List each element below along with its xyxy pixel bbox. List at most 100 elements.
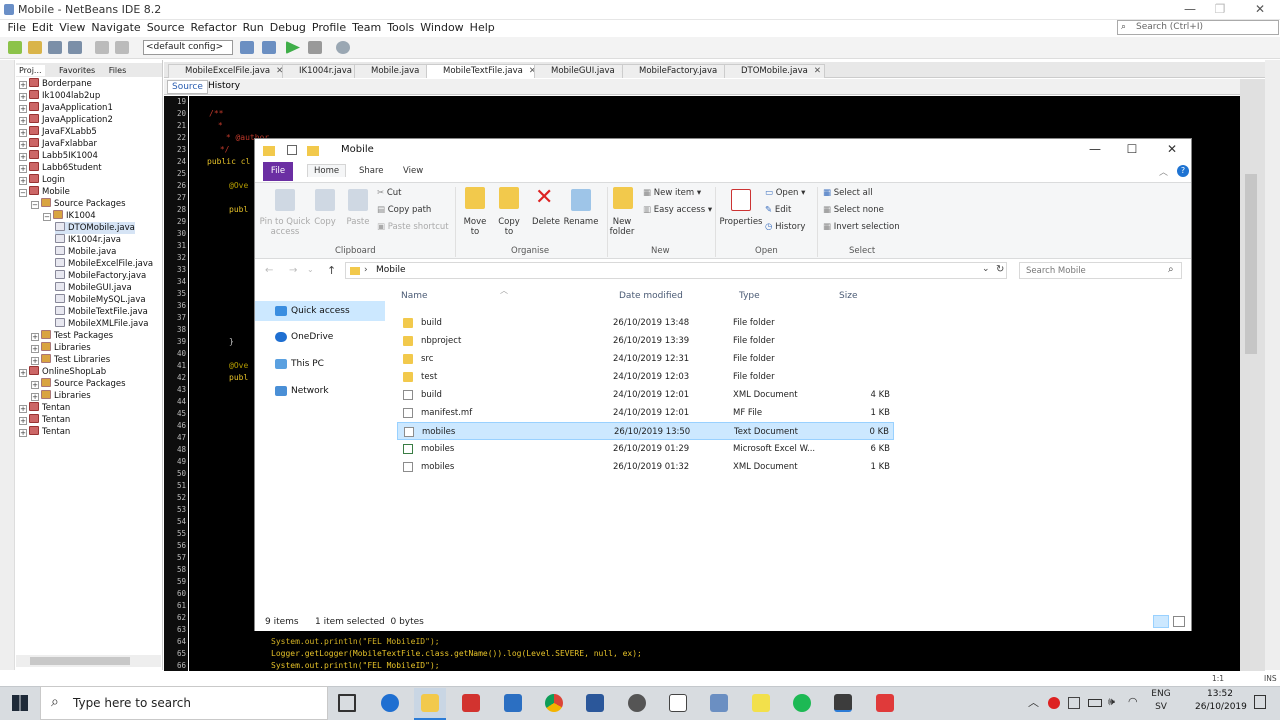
- ide-search-input[interactable]: Search (Ctrl+I): [1117, 20, 1279, 35]
- expand-icon[interactable]: +: [31, 357, 39, 365]
- tree-item[interactable]: MobileGUI.java: [55, 282, 132, 294]
- mail-icon[interactable]: [669, 694, 687, 712]
- undo-icon[interactable]: [95, 41, 109, 54]
- store-icon[interactable]: [504, 694, 522, 712]
- expand-icon[interactable]: +: [31, 333, 39, 341]
- tree-item[interactable]: + Tentan: [19, 414, 70, 426]
- build-icon[interactable]: [240, 41, 254, 54]
- select-none-button[interactable]: ▦ Select none: [823, 205, 884, 215]
- tree-hscrollbar[interactable]: [16, 655, 161, 667]
- config-select[interactable]: <default config>: [143, 40, 233, 55]
- cut-button[interactable]: ✂ Cut: [377, 188, 401, 198]
- copy-to-button[interactable]: Copy to: [493, 217, 525, 237]
- editor-tab[interactable]: Mobile.java✕: [354, 64, 437, 78]
- tree-item[interactable]: MobileTextFile.java: [55, 306, 148, 318]
- editor-tab[interactable]: MobileGUI.java✕: [534, 64, 632, 78]
- expand-icon[interactable]: +: [31, 345, 39, 353]
- expand-icon[interactable]: +: [19, 129, 27, 137]
- spotify-icon[interactable]: [793, 694, 811, 712]
- file-row[interactable]: mobiles 26/10/2019 13:50 Text Document 0 KB: [397, 422, 894, 440]
- close-icon[interactable]: ✕: [1245, 2, 1275, 16]
- speaker-icon[interactable]: 🕪: [1108, 695, 1115, 709]
- tree-item[interactable]: MobileXMLFile.java: [55, 318, 149, 330]
- wifi-icon[interactable]: ◠: [1128, 695, 1138, 708]
- tree-item[interactable]: + Labb6Student: [19, 162, 102, 174]
- menu-team[interactable]: Team: [349, 20, 384, 36]
- tree-item[interactable]: − IK1004: [43, 210, 96, 222]
- up-icon[interactable]: ↑: [327, 264, 336, 277]
- details-view-icon[interactable]: [1153, 615, 1169, 628]
- paste-button[interactable]: Paste: [343, 217, 373, 227]
- file-row[interactable]: mobiles 26/10/2019 01:32 XML Document 1 KB: [397, 458, 894, 476]
- nav-quick-access[interactable]: Quick access: [255, 301, 385, 321]
- tab-history[interactable]: History: [204, 80, 244, 92]
- expand-icon[interactable]: +: [19, 429, 27, 437]
- column-size[interactable]: Size: [839, 291, 857, 301]
- profile-icon[interactable]: [336, 41, 350, 54]
- language-indicator[interactable]: ENG SV: [1146, 688, 1176, 714]
- tab-favorites[interactable]: Favorites: [56, 65, 98, 76]
- redo-icon[interactable]: [115, 41, 129, 54]
- menu-window[interactable]: Window: [417, 20, 466, 36]
- tree-item[interactable]: + Test Libraries: [31, 354, 110, 366]
- chrome-icon[interactable]: [545, 694, 563, 712]
- tree-item[interactable]: + JavaFXLabb5: [19, 126, 97, 138]
- expand-icon[interactable]: +: [19, 177, 27, 185]
- copy-button[interactable]: Copy: [313, 217, 337, 227]
- large-icons-view-icon[interactable]: [1173, 616, 1185, 627]
- file-row[interactable]: nbproject 26/10/2019 13:39 File folder: [397, 332, 894, 350]
- edge-icon[interactable]: [381, 694, 399, 712]
- close-icon[interactable]: ✕: [1157, 142, 1187, 156]
- column-date-modified[interactable]: Date modified: [619, 291, 683, 301]
- tree-item[interactable]: + Libraries: [31, 342, 91, 354]
- paste-shortcut-button[interactable]: ▣ Paste shortcut: [377, 222, 449, 232]
- move-to-button[interactable]: Move to: [459, 217, 491, 237]
- minimize-icon[interactable]: —: [1175, 2, 1205, 16]
- expand-icon[interactable]: +: [19, 369, 27, 377]
- tree-item[interactable]: + JavaApplication1: [19, 102, 113, 114]
- sticky-notes-icon[interactable]: [752, 694, 770, 712]
- taskbar-search-input[interactable]: ⌕ Type here to search: [40, 686, 328, 720]
- tree-item[interactable]: MobileFactory.java: [55, 270, 146, 282]
- ribbon-collapse-icon[interactable]: ︿: [1159, 165, 1168, 178]
- tree-item[interactable]: + Ik1004lab2up: [19, 90, 100, 102]
- new-project-icon[interactable]: [8, 41, 22, 54]
- chevron-down-icon[interactable]: ⌄: [982, 264, 990, 274]
- expand-icon[interactable]: +: [19, 417, 27, 425]
- tab-files[interactable]: Files: [106, 65, 130, 76]
- clock[interactable]: 13:52 26/10/2019: [1195, 688, 1247, 714]
- windows-start-icon[interactable]: [12, 695, 28, 711]
- file-row[interactable]: manifest.mf 24/10/2019 12:01 MF File 1 KB: [397, 404, 894, 422]
- menu-help[interactable]: Help: [467, 20, 498, 36]
- tree-item[interactable]: + Borderpane: [19, 78, 92, 90]
- notifications-icon[interactable]: [1254, 695, 1266, 709]
- expand-icon[interactable]: +: [19, 105, 27, 113]
- select-all-button[interactable]: ▦ Select all: [823, 188, 873, 198]
- address-bar[interactable]: › Mobile ⌄ ↻: [345, 262, 1007, 279]
- properties-sidebar[interactable]: [1265, 60, 1280, 670]
- easy-access-button[interactable]: ▥ Easy access ▾: [643, 205, 712, 215]
- app-icon[interactable]: [462, 694, 480, 712]
- column-name[interactable]: Name: [401, 291, 428, 301]
- tray-app-icon[interactable]: [1048, 697, 1060, 709]
- tree-item[interactable]: + Libraries: [31, 390, 91, 402]
- recent-dropdown-icon[interactable]: ⌄: [307, 265, 314, 274]
- file-row[interactable]: mobiles 26/10/2019 01:29 Microsoft Excel W…: [397, 440, 894, 458]
- expand-icon[interactable]: +: [19, 141, 27, 149]
- expand-icon[interactable]: +: [31, 381, 39, 389]
- tree-item[interactable]: DTOMobile.java: [55, 222, 135, 234]
- menu-source[interactable]: Source: [144, 20, 188, 36]
- expand-icon[interactable]: +: [19, 153, 27, 161]
- netbeans-icon[interactable]: [834, 694, 852, 712]
- menu-tools[interactable]: Tools: [384, 20, 417, 36]
- word-icon[interactable]: [586, 694, 604, 712]
- maximize-icon[interactable]: ❐: [1205, 2, 1235, 16]
- new-folder-button[interactable]: New folder: [607, 217, 637, 237]
- menu-debug[interactable]: Debug: [267, 20, 309, 36]
- new-item-button[interactable]: ▦ New item ▾: [643, 188, 701, 198]
- tab-projects[interactable]: Proj...: [16, 65, 45, 76]
- nav-onedrive[interactable]: OneDrive: [255, 327, 385, 347]
- ribbon-tab-file[interactable]: File: [263, 162, 293, 181]
- tray-chevron-icon[interactable]: ︿: [1028, 694, 1039, 710]
- file-row[interactable]: build 26/10/2019 13:48 File folder: [397, 314, 894, 332]
